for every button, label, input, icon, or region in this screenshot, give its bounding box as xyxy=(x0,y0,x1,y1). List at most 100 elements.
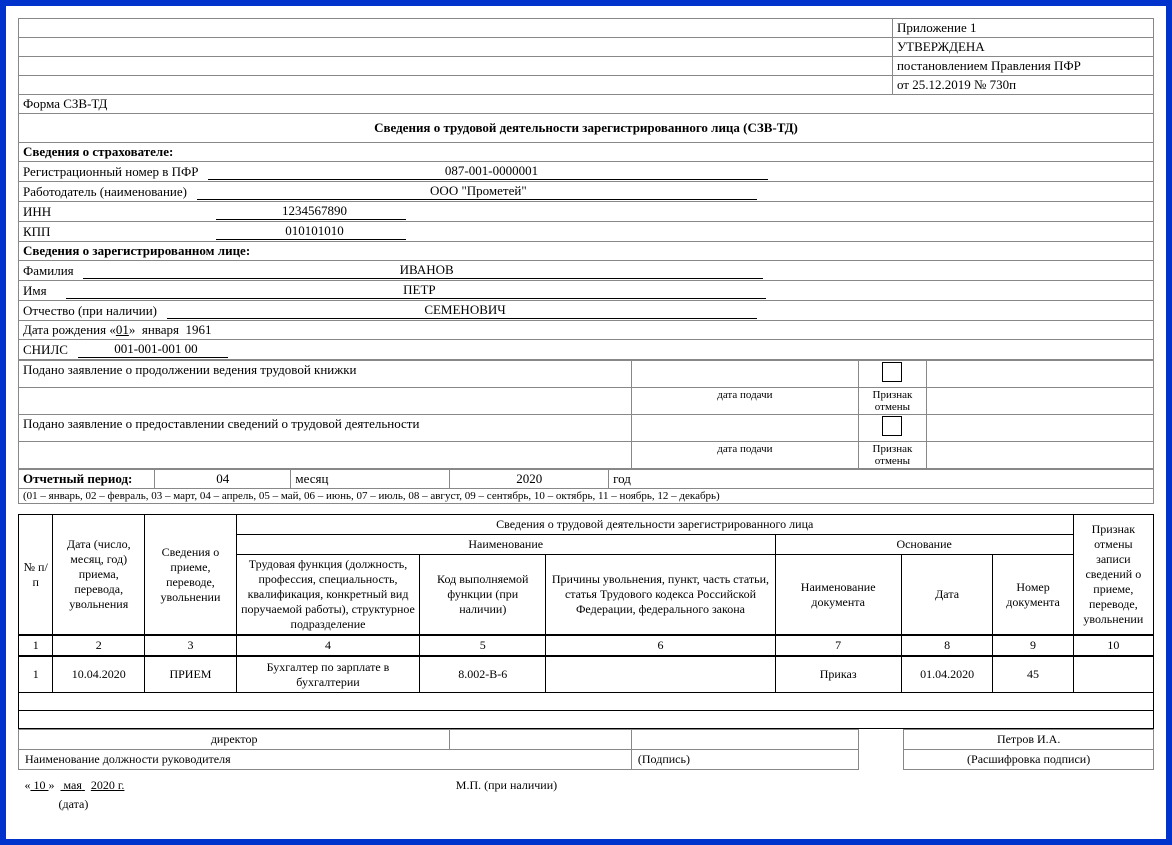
sig-day: 10 xyxy=(34,778,46,792)
reg-value: 087-001-0000001 xyxy=(445,163,538,178)
colnum-1: 1 xyxy=(19,635,53,656)
cell-func: Бухгалтер по зарплате в бухгалтерии xyxy=(236,656,419,693)
sig-name: Петров И.А. xyxy=(904,730,1154,750)
patronymic-value: СЕМЕНОВИЧ xyxy=(424,302,505,317)
sig-month: мая xyxy=(64,778,82,792)
inn-value: 1234567890 xyxy=(282,203,347,218)
colnum-4: 4 xyxy=(236,635,419,656)
firstname-label: Имя xyxy=(23,283,47,298)
decree: постановлением Правления ПФР xyxy=(892,57,1153,76)
statements-grid: Подано заявление о продолжении ведения т… xyxy=(18,360,1154,469)
sig-position-label: Наименование должности руководителя xyxy=(19,750,632,770)
patronymic-label: Отчество (при наличии) xyxy=(23,303,157,318)
sig-year: 2020 г. xyxy=(91,778,125,792)
insurer-section: Сведения о страхователе: xyxy=(19,143,1154,162)
dob-label: Дата рождения « xyxy=(23,322,116,337)
reg-row: Регистрационный номер в ПФР 087-001-0000… xyxy=(19,162,1154,182)
lastname-label: Фамилия xyxy=(23,263,74,278)
colnum-5: 5 xyxy=(420,635,546,656)
statement-provide: Подано заявление о предоставлении сведен… xyxy=(19,415,632,442)
cancel-label-1: Признак отмены xyxy=(858,388,926,415)
cancel-checkbox-1[interactable] xyxy=(882,362,902,382)
sig-date-label: (дата) xyxy=(19,795,450,814)
th-num: № п/п xyxy=(19,515,53,636)
cell-docdate: 01.04.2020 xyxy=(901,656,993,693)
date-submit-label-2: дата подачи xyxy=(631,442,858,469)
decree-date: от 25.12.2019 № 730п xyxy=(892,76,1153,95)
activity-table: № п/п Дата (число, месяц, год) приема, п… xyxy=(18,514,1154,729)
header-grid: Приложение 1 УТВЕРЖДЕНА постановлением П… xyxy=(18,18,1154,360)
dob-year: 1961 xyxy=(186,322,212,337)
cell-docname: Приказ xyxy=(775,656,901,693)
th-docnum: Номер документа xyxy=(993,555,1073,636)
employer-label: Работодатель (наименование) xyxy=(23,184,187,199)
form-code: Форма СЗВ-ТД xyxy=(19,95,1154,114)
period-year-label: год xyxy=(609,470,1154,489)
sig-name-label: (Расшифровка подписи) xyxy=(904,750,1154,770)
sig-date-row: « 10 » мая 2020 г. xyxy=(19,776,450,795)
th-docname: Наименование документа xyxy=(775,555,901,636)
snils-row: СНИЛС 001-001-001 00 xyxy=(19,340,1154,360)
dob-day: 01 xyxy=(116,322,129,337)
period-month-label: месяц xyxy=(291,470,450,489)
cell-cancel xyxy=(1073,656,1153,693)
employer-value: ООО "Прометей" xyxy=(430,183,527,198)
stamp-label: М.П. (при наличии) xyxy=(450,776,1154,795)
kpp-label: КПП xyxy=(23,224,213,240)
document-frame: Приложение 1 УТВЕРЖДЕНА постановлением П… xyxy=(0,0,1172,845)
snils-value: 001-001-001 00 xyxy=(114,341,197,356)
firstname-row: Имя ПЕТР xyxy=(19,281,1154,301)
th-func: Трудовая функция (должность, профессия, … xyxy=(236,555,419,636)
colnum-2: 2 xyxy=(53,635,145,656)
colnum-10: 10 xyxy=(1073,635,1153,656)
period-month: 04 xyxy=(155,470,291,489)
firstname-value: ПЕТР xyxy=(403,282,436,297)
cancel-checkbox-2[interactable] xyxy=(882,416,902,436)
cell-date: 10.04.2020 xyxy=(53,656,145,693)
lastname-row: Фамилия ИВАНОВ xyxy=(19,261,1154,281)
approved: УТВЕРЖДЕНА xyxy=(892,38,1153,57)
inn-row: ИНН 1234567890 xyxy=(19,202,1154,222)
colnum-9: 9 xyxy=(993,635,1073,656)
colnum-6: 6 xyxy=(546,635,775,656)
kpp-row: КПП 010101010 xyxy=(19,222,1154,242)
person-section: Сведения о зарегистрированном лице: xyxy=(19,242,1154,261)
reg-label: Регистрационный номер в ПФР xyxy=(23,164,199,179)
period-grid: Отчетный период: 04 месяц 2020 год (01 –… xyxy=(18,469,1154,504)
th-reason: Причины увольнения, пункт, часть статьи,… xyxy=(546,555,775,636)
dob-month: января xyxy=(142,322,179,337)
cell-reason xyxy=(546,656,775,693)
snils-label: СНИЛС xyxy=(23,342,68,357)
signature-grid: директор Петров И.А. Наименование должно… xyxy=(18,729,1154,814)
table-row: 1 10.04.2020 ПРИЕМ Бухгалтер по зарплате… xyxy=(19,656,1154,693)
th-date: Дата (число, месяц, год) приема, перевод… xyxy=(53,515,145,636)
lastname-value: ИВАНОВ xyxy=(400,262,454,277)
patronymic-row: Отчество (при наличии) СЕМЕНОВИЧ xyxy=(19,301,1154,321)
th-caption: Сведения о трудовой деятельности зарегис… xyxy=(236,515,1073,535)
th-code: Код выполняемой функции (при наличии) xyxy=(420,555,546,636)
colnum-8: 8 xyxy=(901,635,993,656)
date-submit-label-1: дата подачи xyxy=(631,388,858,415)
cell-code: 8.002-В-6 xyxy=(420,656,546,693)
sig-signature-label: (Подпись) xyxy=(631,750,858,770)
colnum-3: 3 xyxy=(145,635,237,656)
period-note: (01 – январь, 02 – февраль, 03 – март, 0… xyxy=(19,489,1154,504)
period-year: 2020 xyxy=(450,470,609,489)
th-name-group: Наименование xyxy=(236,535,775,555)
th-docdate: Дата xyxy=(901,555,993,636)
dob-row: Дата рождения «01» января 1961 xyxy=(19,321,1154,340)
period-label: Отчетный период: xyxy=(19,470,155,489)
cancel-label-2: Признак отмены xyxy=(858,442,926,469)
cell-event: ПРИЕМ xyxy=(145,656,237,693)
employer-row: Работодатель (наименование) ООО "Промете… xyxy=(19,182,1154,202)
colnum-7: 7 xyxy=(775,635,901,656)
th-cancel: Признак отмены записи сведений о приеме,… xyxy=(1073,515,1153,636)
appendix: Приложение 1 xyxy=(892,19,1153,38)
th-event: Сведения о приеме, переводе, увольнении xyxy=(145,515,237,636)
inn-label: ИНН xyxy=(23,204,213,220)
kpp-value: 010101010 xyxy=(285,223,344,238)
th-basis-group: Основание xyxy=(775,535,1073,555)
sig-position: директор xyxy=(19,730,450,750)
statement-continue: Подано заявление о продолжении ведения т… xyxy=(19,361,632,388)
cell-docnum: 45 xyxy=(993,656,1073,693)
